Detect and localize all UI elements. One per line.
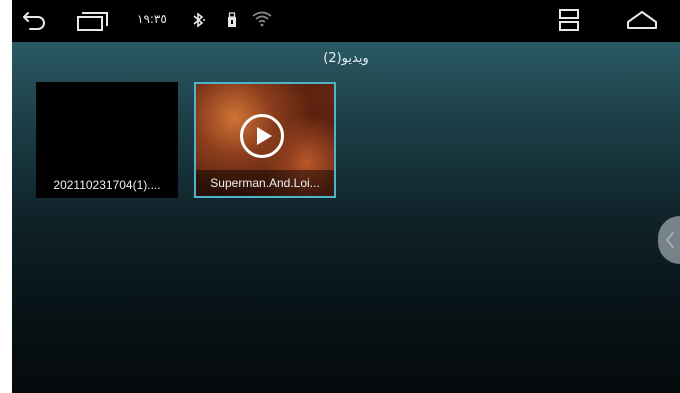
device-screen: ١٩:٣٥ ويديو(2) 202110231704(1).... Super… xyxy=(12,0,680,393)
play-icon[interactable] xyxy=(240,114,284,158)
split-screen-icon[interactable] xyxy=(558,8,580,32)
chevron-left-icon xyxy=(665,232,674,248)
status-bar: ١٩:٣٥ xyxy=(12,0,680,42)
usb-icon xyxy=(228,12,236,27)
video-filename: Superman.And.Loi... xyxy=(196,170,334,196)
side-panel-handle[interactable] xyxy=(658,216,680,264)
status-clock: ١٩:٣٥ xyxy=(137,12,167,26)
recent-apps-icon[interactable] xyxy=(76,10,110,32)
folder-title: ويديو(2) xyxy=(323,51,369,66)
video-browser: ويديو(2) 202110231704(1).... Superman.An… xyxy=(12,42,680,393)
bluetooth-icon xyxy=(193,12,205,28)
video-filename: 202110231704(1).... xyxy=(53,178,161,192)
home-icon[interactable] xyxy=(625,9,659,31)
video-tile-selected[interactable]: Superman.And.Loi... xyxy=(194,82,336,198)
back-arrow-icon[interactable] xyxy=(22,9,48,31)
wifi-icon xyxy=(252,11,272,27)
video-tile[interactable]: 202110231704(1).... xyxy=(36,82,178,198)
